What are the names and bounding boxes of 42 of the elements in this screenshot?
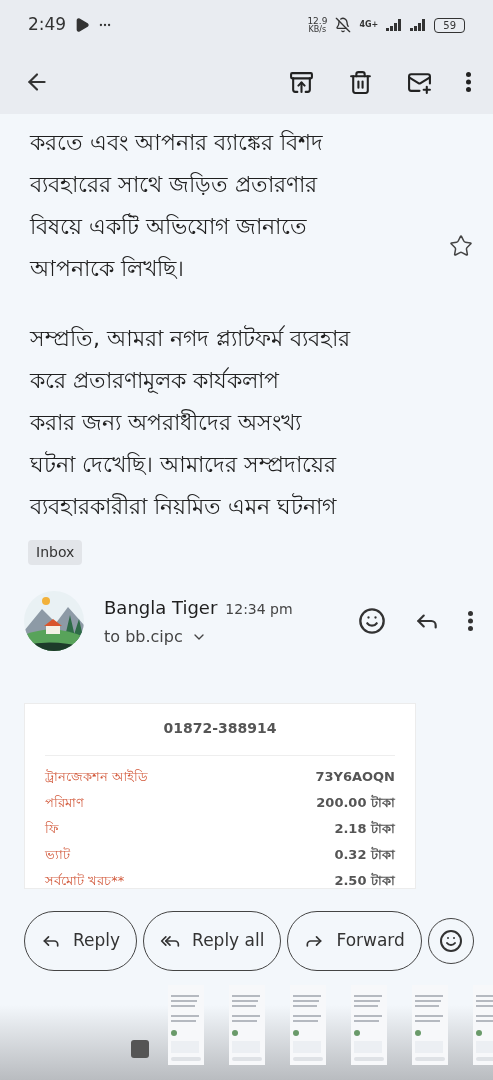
delete-button[interactable] <box>348 69 373 95</box>
receipt-field-label: সর্বমোট খরচ** <box>45 872 125 888</box>
message-text-line: ব্যবহারের সাথে জড়িত প্রতারণার <box>30 171 319 199</box>
inbox-label-chip[interactable]: Inbox <box>28 540 83 565</box>
message-text-line: ব্যবহারকারীরা নিয়মিত এমন ঘটনাগ <box>30 492 338 521</box>
clock-time: 2:49 <box>28 13 67 37</box>
message-time: 12:34 pm <box>225 599 293 619</box>
emoji-reaction-button[interactable] <box>358 607 386 635</box>
receipt-field-label: ট্রানজেকশন আইডি <box>45 768 149 787</box>
more-icon <box>468 611 473 631</box>
message-text-line: করার জন্য অপরাধীদের অসংখ্য <box>30 408 303 437</box>
more-options-button[interactable] <box>466 72 471 92</box>
archive-button[interactable] <box>289 69 314 95</box>
more-options-button[interactable] <box>468 611 473 631</box>
receipt-field-value: 73Y6AOQN <box>315 768 395 787</box>
message-text-line: বিষয়ে একটি অভিযোগ জানাতে <box>30 212 308 241</box>
receipt-field-label: পরিমাণ <box>45 794 84 813</box>
signal-icon <box>410 19 427 31</box>
star-button[interactable] <box>449 234 473 258</box>
receipt-field-value: 2.50 টাকা <box>334 872 395 888</box>
message-text-line: আপনাকে লিখছি। <box>30 255 185 283</box>
receipt-field-value: 200.00 টাকা <box>316 794 395 813</box>
receipt-field-label: ভ্যাট <box>45 846 70 865</box>
network-type: 4G+ <box>359 19 379 31</box>
message-text-line: করতে এবং আপনার ব্যাঙ্কের বিশদ <box>30 129 324 157</box>
muted-bell-icon <box>335 17 352 33</box>
sender-name: Bangla Tiger <box>104 595 218 620</box>
smiley-icon <box>438 929 463 953</box>
receipt-field-value: 2.18 টাকা <box>334 820 395 839</box>
receipt-field-value: 0.32 টাকা <box>334 846 395 865</box>
message-text-line: করে প্রতারণামূলক কার্যকলাপ <box>30 366 281 396</box>
recipient-details-button[interactable]: to bb.cipc <box>104 624 358 649</box>
video-app-icon <box>74 17 91 33</box>
receipt-phone-number: 01872-388914 <box>163 719 277 738</box>
signal-icon <box>386 19 403 31</box>
receipt-field-label: ফি <box>45 820 59 839</box>
network-speed-unit: KB/s <box>308 25 327 34</box>
message-text-line: সম্প্রতি, আমরা নগদ প্ল্যাটফর্ম ব্যবহার <box>30 324 352 353</box>
battery-indicator: 59 <box>434 17 465 33</box>
more-icon <box>466 72 471 92</box>
message-text-line: ঘটনা দেখেছি। আমাদের সম্প্রদায়ের <box>30 450 338 479</box>
network-speed: 12.9 <box>307 16 328 26</box>
